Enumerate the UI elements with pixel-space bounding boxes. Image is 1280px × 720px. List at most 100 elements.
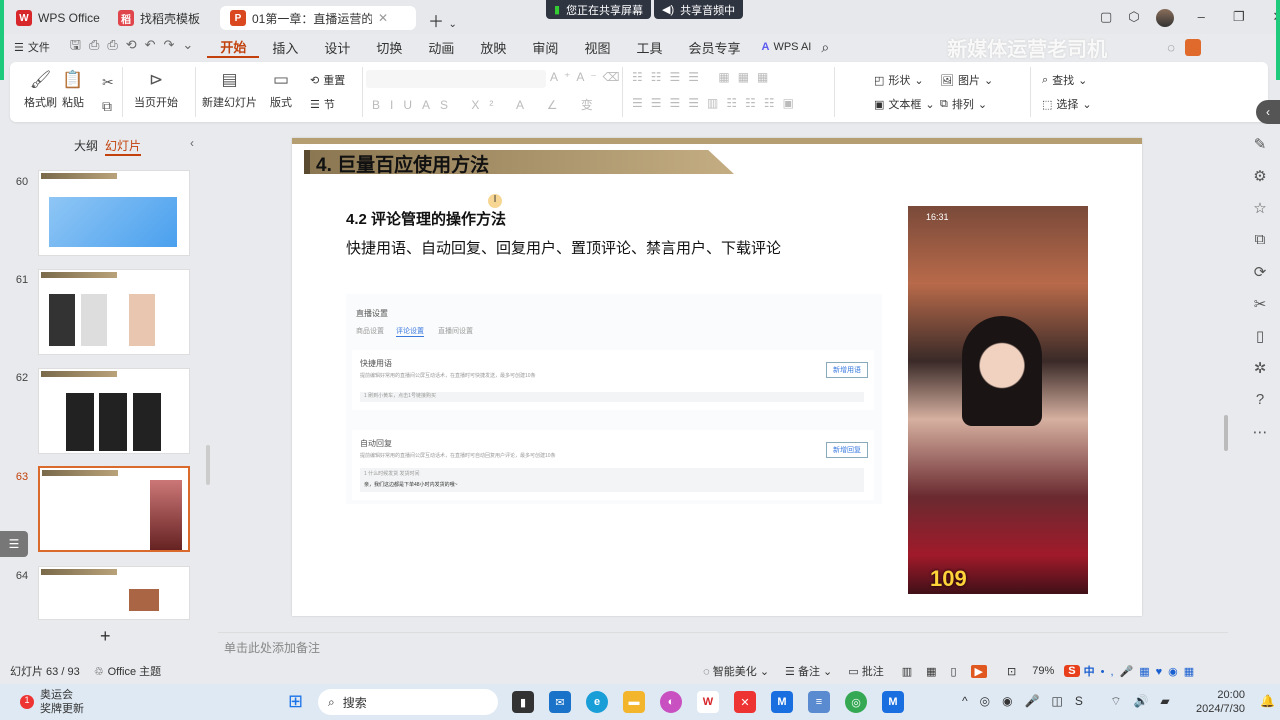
menu-review[interactable]: 审阅	[519, 38, 571, 57]
animation-icon[interactable]: ⟳	[1254, 263, 1267, 281]
minimize-icon[interactable]: –	[1198, 9, 1205, 27]
paragraph-buttons-row2[interactable]: ☰☰☰☰▥☷☷☷▣	[632, 96, 802, 110]
meeting-icon[interactable]: M	[882, 691, 904, 713]
menu-view[interactable]: 视图	[571, 38, 623, 57]
app-icon[interactable]: ▮	[512, 691, 534, 713]
menu-animation[interactable]: 动画	[415, 38, 467, 57]
more-icon[interactable]: ⋯	[1253, 423, 1268, 441]
ime-mode[interactable]: 中	[1084, 663, 1095, 679]
textbox-button[interactable]: ▣ 文本框 ⌄	[874, 96, 935, 112]
file-menu[interactable]: ☰ 文件	[14, 39, 50, 55]
beautify-icon[interactable]: ✎	[1254, 135, 1267, 153]
find-button[interactable]: ⌕ 查找 ⌄	[1042, 72, 1087, 88]
play-from-current-button[interactable]: ⊳ 当页开始	[134, 70, 178, 110]
slide-thumbnail-60[interactable]	[38, 170, 190, 256]
slide-title[interactable]: 4. 巨量百应使用方法	[316, 150, 489, 177]
tools-icon[interactable]: ✂	[1254, 295, 1267, 313]
view-mode-buttons[interactable]: ▥▦▯	[902, 665, 971, 678]
tab-document[interactable]: P 01第一章：直播运营的基础操 ✕	[220, 6, 416, 30]
menu-slideshow[interactable]: 放映	[467, 38, 519, 57]
mail-icon[interactable]: ✉	[549, 691, 571, 713]
menu-design[interactable]: 设计	[311, 38, 363, 57]
xmind-icon[interactable]: ✕	[734, 691, 756, 713]
add-slide-button[interactable]: +	[100, 626, 111, 647]
slide-body[interactable]: 快捷用语、自动回复、回复用户、置顶评论、禁言用户、下载评论	[346, 237, 781, 258]
fit-icon[interactable]: ⊡	[1007, 665, 1016, 678]
wps-ai-button[interactable]: A WPS AI	[761, 41, 811, 53]
ime-toolbar-icons[interactable]: •,🎤▦♥◉▦	[1101, 665, 1201, 678]
app-icon[interactable]: ◐	[660, 691, 682, 713]
folder-icon[interactable]: ▬	[623, 691, 645, 713]
close-icon[interactable]: ✕	[378, 11, 388, 25]
slide-subtitle[interactable]: 4.2 评论管理的操作方法	[346, 208, 506, 229]
taskbar-search[interactable]: ⌕ 搜索	[318, 689, 498, 715]
avatar[interactable]	[1155, 9, 1174, 27]
menu-home[interactable]: 开始	[207, 37, 260, 58]
menu-tools[interactable]: 工具	[623, 38, 675, 57]
select-button[interactable]: ⬚ 选择 ⌄	[1042, 96, 1092, 112]
copy-icon[interactable]: ⧉	[102, 94, 114, 118]
sogou-ime-icon[interactable]: S	[1064, 665, 1080, 677]
slide-scrollbar[interactable]	[1224, 415, 1228, 451]
clock[interactable]: 20:00 2024/7/30	[1196, 688, 1245, 716]
notepad-icon[interactable]: ≡	[808, 691, 830, 713]
meeting-icon[interactable]: M	[771, 691, 793, 713]
start-icon[interactable]: ⊞	[288, 691, 303, 712]
panel-scrollbar[interactable]	[206, 445, 210, 485]
translate-icon[interactable]: ⧉	[1255, 231, 1266, 249]
layout-button[interactable]: ▭ 版式	[270, 70, 292, 110]
arrange-button[interactable]: ⧉ 排列 ⌄	[940, 96, 987, 112]
outline-toggle-icon[interactable]: ☰	[0, 531, 28, 557]
tab-outline[interactable]: 大纲	[74, 137, 98, 154]
menu-insert[interactable]: 插入	[259, 38, 311, 57]
new-tab-icon[interactable]: ＋ ⌄	[428, 8, 457, 32]
picture-button[interactable]: 🖼 图片 ⌄	[940, 72, 993, 88]
notification-icon[interactable]: 🔔	[1260, 694, 1275, 708]
format-painter-button[interactable]: 🖌 格式刷	[24, 70, 57, 110]
collapse-panel-icon[interactable]: ‹	[190, 136, 194, 150]
beautify-button[interactable]: ◌ 智能美化 ⌄	[703, 663, 769, 679]
notes-area[interactable]: 单击此处添加备注	[218, 632, 1228, 658]
tab-slides[interactable]: 幻灯片	[105, 137, 142, 156]
menu-member[interactable]: 会员专享	[675, 38, 753, 57]
menu-transition[interactable]: 切换	[363, 38, 415, 57]
new-slide-button[interactable]: ▤ 新建幻灯片	[202, 70, 257, 110]
window-mode-icon[interactable]: ▢	[1100, 9, 1112, 27]
slide-thumbnail-62[interactable]	[38, 368, 190, 454]
reset-button[interactable]: ⟲ 重置	[310, 72, 345, 88]
font-style-buttons[interactable]: BIUAS X² A ∠ 变	[372, 96, 603, 113]
font-name-select[interactable]	[366, 70, 546, 88]
section-button[interactable]: ☰ 节	[310, 96, 335, 112]
font-size-buttons[interactable]: A⁺A⁻⌫	[550, 70, 626, 84]
adjust-icon[interactable]: ⚙	[1253, 167, 1266, 185]
sync-icon[interactable]: ◌	[1167, 40, 1175, 55]
notes-button[interactable]: ☰ 备注 ⌄	[785, 663, 832, 679]
wps-icon[interactable]: W	[697, 691, 719, 713]
chrome-icon[interactable]: ◎	[845, 691, 867, 713]
cube-icon[interactable]: ⬡	[1128, 9, 1139, 27]
play-slideshow-button[interactable]: ▶	[970, 664, 988, 678]
tab-wps-office[interactable]: W WPS Office	[6, 6, 110, 30]
quick-access-icons[interactable]: 🖫⎙⎙⟲↶↷⌄	[70, 36, 201, 58]
paragraph-buttons-row1[interactable]: ☷☷☰☰ ▦▦▦	[632, 70, 776, 84]
slide-thumbnail-61[interactable]	[38, 269, 190, 355]
comments-button[interactable]: ▭ 批注	[848, 663, 883, 679]
slide-thumbnail-64[interactable]	[38, 566, 190, 620]
zoom-level[interactable]: 79%	[1032, 665, 1054, 677]
search-icon[interactable]: ⌕	[821, 39, 829, 56]
edge-icon[interactable]: e	[586, 691, 608, 713]
tab-docer[interactable]: 稻找稻壳模板	[108, 6, 210, 30]
weather-widget[interactable]: 1 奥运会 奖牌更新	[20, 688, 84, 716]
help-icon[interactable]: ?	[1256, 391, 1264, 409]
promo-badge[interactable]	[1184, 38, 1201, 56]
theme-name[interactable]: Office 主题	[108, 663, 162, 679]
star-icon[interactable]: ☆	[1253, 199, 1266, 217]
paste-button[interactable]: 📋 粘贴	[62, 70, 84, 110]
collapse-ribbon-icon[interactable]: ‹	[1256, 100, 1280, 124]
slide-canvas[interactable]: 4. 巨量百应使用方法 4.2 评论管理的操作方法 快捷用语、自动回复、回复用户…	[292, 138, 1142, 616]
maximize-icon[interactable]: ❐	[1233, 9, 1245, 27]
puzzle-icon[interactable]: ✲	[1254, 359, 1267, 377]
scissors-icon[interactable]: ✂	[102, 70, 114, 94]
note-icon[interactable]: ▯	[1256, 327, 1264, 345]
slide-thumbnail-63[interactable]	[38, 466, 190, 552]
